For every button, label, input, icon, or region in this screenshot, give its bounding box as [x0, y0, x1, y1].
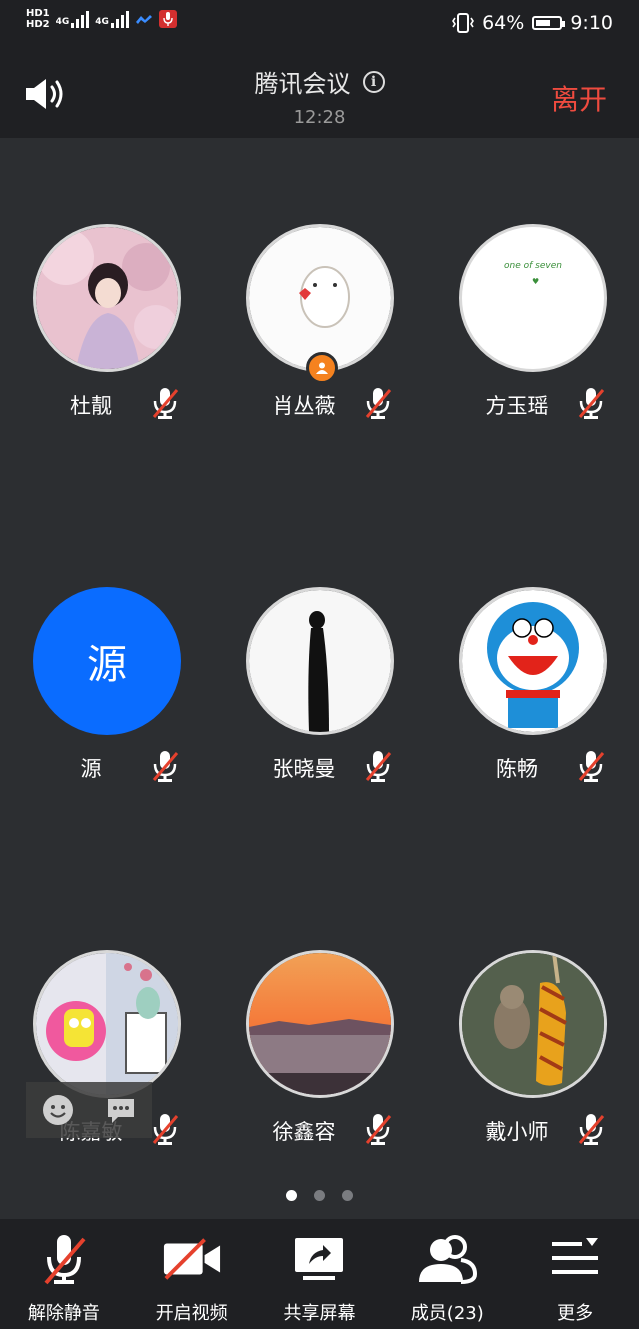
- hd-indicator: HD1 HD2: [26, 8, 50, 30]
- participant-avatar: [459, 587, 607, 735]
- more-menu-icon: [552, 1238, 599, 1274]
- unmute-button[interactable]: 解除静音: [0, 1219, 128, 1329]
- status-bar: HD1 HD2 4G 4G 64% 9:10: [0, 0, 639, 50]
- mic-muted-icon: [152, 751, 179, 782]
- floating-action-bar: [26, 1082, 152, 1138]
- host-badge-icon: [306, 352, 338, 384]
- participant-tile[interactable]: 源 源: [0, 587, 213, 817]
- participant-avatar: [33, 224, 181, 372]
- participant-tile[interactable]: 陈嘉敏: [0, 950, 213, 1180]
- signal-bars-icon: [71, 10, 90, 28]
- participant-avatar: [33, 950, 181, 1098]
- participant-tile[interactable]: 戴小师: [426, 950, 639, 1180]
- participant-tile[interactable]: 杜靓: [0, 224, 213, 454]
- bottom-toolbar: 解除静音 开启视频 共享屏幕 成员(23) 更多: [0, 1219, 639, 1329]
- mic-muted-icon: [365, 388, 392, 419]
- participant-tile[interactable]: 徐鑫容: [213, 950, 426, 1180]
- chat-icon: [107, 1099, 134, 1123]
- participant-tile[interactable]: 陈畅: [426, 587, 639, 817]
- start-video-button[interactable]: 开启视频: [128, 1219, 256, 1329]
- members-icon: [419, 1235, 478, 1284]
- participant-tile[interactable]: 肖丛薇: [213, 224, 426, 454]
- heart-icon: ♥: [532, 277, 540, 286]
- meeting-timer: 12:28: [293, 107, 346, 128]
- page-dot[interactable]: [314, 1190, 325, 1201]
- mic-muted-icon: [578, 1114, 605, 1145]
- emoji-button[interactable]: [26, 1082, 89, 1138]
- mic-recording-icon: [158, 10, 177, 28]
- page-indicator: [0, 1190, 639, 1201]
- members-button[interactable]: 成员(23): [383, 1219, 511, 1329]
- more-button[interactable]: 更多: [511, 1219, 639, 1329]
- share-screen-icon: [295, 1238, 344, 1280]
- participant-avatar: 源: [33, 587, 181, 735]
- battery-icon: [532, 16, 566, 30]
- participant-avatar: [246, 587, 394, 735]
- meeting-header: 腾讯会议 i 12:28 离开: [0, 50, 639, 138]
- avatar-caption: one of seven: [504, 261, 562, 271]
- participant-avatar: [246, 224, 394, 372]
- members-label: 成员(23): [410, 1303, 484, 1324]
- signal-bars-icon: [110, 10, 129, 28]
- signal-sim1: 4G: [56, 10, 90, 28]
- participant-avatar: [459, 950, 607, 1098]
- participant-grid: 杜靓 肖丛薇 one of seven ♥ 方玉瑶 源 源 张晓曼 陈畅 徐鑫容…: [0, 138, 639, 1218]
- participant-avatar: [246, 950, 394, 1098]
- share-screen-button[interactable]: 共享屏幕: [256, 1219, 384, 1329]
- video-off-icon: [163, 1238, 220, 1280]
- info-icon[interactable]: i: [362, 70, 385, 93]
- battery-percent: 64%: [482, 12, 525, 34]
- mic-muted-icon: [578, 751, 605, 782]
- more-label: 更多: [557, 1303, 594, 1324]
- unmute-label: 解除静音: [27, 1303, 100, 1324]
- share-screen-label: 共享屏幕: [283, 1303, 356, 1324]
- clock: 9:10: [570, 12, 613, 34]
- emoji-icon: [42, 1095, 73, 1125]
- leave-button[interactable]: 离开: [551, 78, 607, 118]
- participant-avatar: one of seven ♥: [459, 224, 607, 372]
- mic-muted-icon: [365, 751, 392, 782]
- page-dot[interactable]: [342, 1190, 353, 1201]
- participant-tile[interactable]: 张晓曼: [213, 587, 426, 817]
- start-video-label: 开启视频: [155, 1303, 228, 1324]
- vibrate-icon: [452, 13, 475, 33]
- participant-tile[interactable]: one of seven ♥ 方玉瑶: [426, 224, 639, 454]
- meeting-title: 腾讯会议: [254, 70, 351, 98]
- mic-muted-icon: [365, 1114, 392, 1145]
- chat-button[interactable]: [89, 1082, 152, 1138]
- mic-muted-icon: [578, 388, 605, 419]
- mic-muted-icon: [152, 1114, 179, 1145]
- app-notification-icon: [135, 15, 152, 24]
- mic-muted-icon: [44, 1235, 86, 1285]
- signal-sim2: 4G: [95, 10, 129, 28]
- page-dot[interactable]: [286, 1190, 297, 1201]
- mic-muted-icon: [152, 388, 179, 419]
